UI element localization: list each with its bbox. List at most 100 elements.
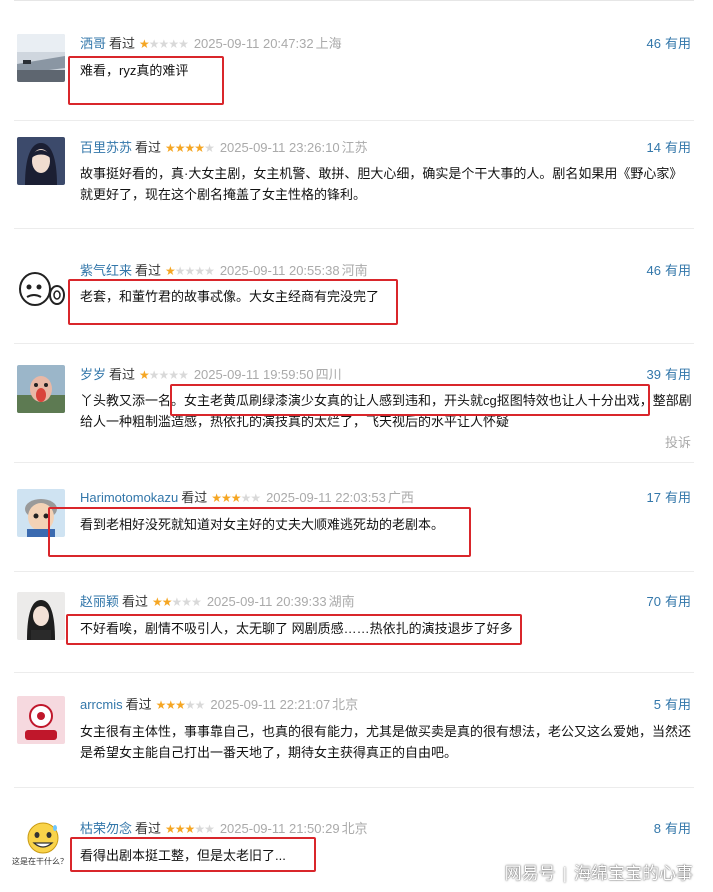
username-link[interactable]: 紫气红来 <box>80 263 132 278</box>
star-rating: ★★★★★ <box>211 491 261 505</box>
star-rating: ★★★★★ <box>139 368 189 382</box>
highlight-box <box>68 279 398 325</box>
divider <box>14 672 694 673</box>
useful-count: 14 <box>646 140 661 155</box>
star-rating: ★★★★★ <box>152 595 202 609</box>
star-icon: ★★★ <box>165 822 195 836</box>
star-icon: ★★★ <box>171 595 202 609</box>
useful-vote[interactable]: 17 有用 <box>647 490 691 506</box>
useful-vote[interactable]: 46 有用 <box>647 36 691 52</box>
highlight-box <box>66 614 522 645</box>
useful-label[interactable]: 有用 <box>665 490 691 505</box>
username-link[interactable]: Harimotomokazu <box>80 490 178 505</box>
comment-meta: 洒哥 看过 ★★★★★ 2025-09-11 20:47:32 上海 <box>80 36 342 52</box>
useful-label[interactable]: 有用 <box>665 594 691 609</box>
comment-time: 2025-09-11 20:55:38 <box>219 263 340 278</box>
highlight-box <box>68 56 224 105</box>
useful-count: 8 <box>653 821 661 836</box>
watch-status: 看过 <box>125 697 152 712</box>
comment-meta: 百里苏苏 看过 ★★★★★ 2025-09-11 23:26:10 江苏 <box>80 140 368 156</box>
star-icon: ★★★★ <box>148 37 189 51</box>
comment-meta: 岁岁 看过 ★★★★★ 2025-09-11 19:59:50 四川 <box>80 367 342 383</box>
watch-status: 看过 <box>109 36 136 51</box>
avatar[interactable] <box>17 265 67 313</box>
useful-count: 70 <box>646 594 661 609</box>
watch-status: 看过 <box>109 367 136 382</box>
avatar[interactable] <box>17 365 65 413</box>
username-link[interactable]: 百里苏苏 <box>80 140 132 155</box>
watermark-separator: | <box>562 864 567 883</box>
divider <box>14 228 694 229</box>
watch-status: 看过 <box>135 263 162 278</box>
useful-vote[interactable]: 70 有用 <box>647 594 691 610</box>
comment-meta: 紫气红来 看过 ★★★★★ 2025-09-11 20:55:38 河南 <box>80 263 368 279</box>
useful-label[interactable]: 有用 <box>665 36 691 51</box>
useful-label[interactable]: 有用 <box>665 697 691 712</box>
star-icon: ★ <box>204 141 215 155</box>
comment-location: 广西 <box>387 490 414 505</box>
watch-status: 看过 <box>181 490 208 505</box>
useful-label[interactable]: 有用 <box>665 367 691 382</box>
divider <box>14 787 694 788</box>
avatar[interactable] <box>17 696 65 744</box>
star-icon: ★★★ <box>155 698 186 712</box>
comment-meta: arrcmis 看过 ★★★★★ 2025-09-11 22:21:07 北京 <box>80 697 358 713</box>
star-icon: ★★ <box>184 698 205 712</box>
divider <box>14 462 694 463</box>
comment-time: 2025-09-11 19:59:50 <box>193 367 314 382</box>
watch-status: 看过 <box>135 140 162 155</box>
comment-location: 北京 <box>341 821 368 836</box>
useful-count: 17 <box>646 490 661 505</box>
useful-count: 46 <box>646 36 661 51</box>
comment-time: 2025-09-11 20:47:32 <box>193 36 314 51</box>
avatar[interactable] <box>17 592 65 640</box>
highlight-box <box>48 507 471 557</box>
watermark-author: 海绵宝宝的心事 <box>574 864 693 883</box>
star-rating: ★★★★★ <box>139 37 189 51</box>
useful-count: 39 <box>646 367 661 382</box>
comment-time: 2025-09-11 23:26:10 <box>219 140 340 155</box>
comment-meta: 枯荣勿念 看过 ★★★★★ 2025-09-11 21:50:29 北京 <box>80 821 368 837</box>
useful-vote[interactable]: 14 有用 <box>647 140 691 156</box>
useful-vote[interactable]: 5 有用 <box>654 697 691 713</box>
comment-time: 2025-09-11 20:39:33 <box>206 594 327 609</box>
divider <box>14 571 694 572</box>
useful-count: 5 <box>653 697 661 712</box>
comment-meta: Harimotomokazu 看过 ★★★★★ 2025-09-11 22:03:53… <box>80 490 414 506</box>
star-rating: ★★★★★ <box>165 141 215 155</box>
useful-vote[interactable]: 39 有用 <box>647 367 691 383</box>
star-icon: ★★★★ <box>148 368 189 382</box>
comment-location: 河南 <box>341 263 368 278</box>
username-link[interactable]: 岁岁 <box>80 367 106 382</box>
star-icon: ★★ <box>240 491 261 505</box>
star-icon: ★ <box>139 368 150 382</box>
star-icon: ★ <box>165 264 176 278</box>
divider <box>14 120 694 121</box>
star-icon: ★★★★ <box>165 141 205 155</box>
comment-location: 四川 <box>315 367 342 382</box>
comment-location: 北京 <box>332 697 359 712</box>
comment-time: 2025-09-11 22:03:53 <box>266 490 386 505</box>
username-link[interactable]: 赵丽颖 <box>80 594 119 609</box>
username-link[interactable]: 枯荣勿念 <box>80 821 132 836</box>
avatar[interactable] <box>17 34 65 82</box>
username-link[interactable]: 洒哥 <box>80 36 106 51</box>
useful-vote[interactable]: 8 有用 <box>654 821 691 837</box>
watermark-platform: 网易号 <box>504 864 556 883</box>
useful-vote[interactable]: 46 有用 <box>647 263 691 279</box>
comment-time: 2025-09-11 22:21:07 <box>210 697 331 712</box>
watch-status: 看过 <box>135 821 162 836</box>
useful-label[interactable]: 有用 <box>665 821 691 836</box>
star-rating: ★★★★★ <box>155 698 206 712</box>
comment-time: 2025-09-11 21:50:29 <box>219 821 340 836</box>
star-rating: ★★★★★ <box>165 264 215 278</box>
report-link[interactable]: 投诉 <box>665 432 691 451</box>
useful-label[interactable]: 有用 <box>665 263 691 278</box>
avatar[interactable] <box>17 137 65 185</box>
username-link[interactable]: arrcmis <box>80 697 123 712</box>
avatar-caption: 这是在干什么？ <box>12 857 68 866</box>
divider <box>14 343 694 344</box>
useful-label[interactable]: 有用 <box>665 140 691 155</box>
star-icon: ★★★ <box>211 491 241 505</box>
useful-count: 46 <box>646 263 661 278</box>
